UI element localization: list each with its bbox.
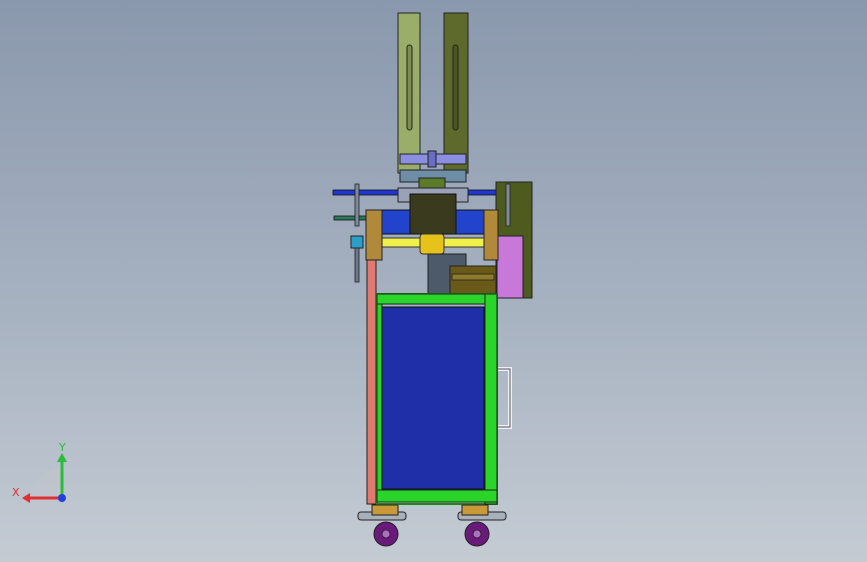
left-post bbox=[366, 259, 377, 505]
x-axis-arrow-icon bbox=[22, 493, 30, 503]
left-upright-slot bbox=[406, 44, 413, 131]
right-bracket bbox=[483, 209, 499, 261]
right-caster-fork bbox=[461, 504, 489, 516]
cad-viewport[interactable] bbox=[0, 0, 867, 562]
right-bolt-upper bbox=[505, 183, 511, 227]
frame-right-rail bbox=[484, 293, 498, 505]
olive-gearbox bbox=[449, 265, 497, 297]
left-bolt-upper bbox=[354, 183, 360, 227]
left-caster-fork bbox=[371, 504, 399, 516]
right-caster-hub bbox=[472, 529, 482, 539]
frame-bottom-rail bbox=[376, 489, 498, 503]
pink-side-box bbox=[496, 235, 524, 299]
motor-block bbox=[409, 193, 457, 235]
y-axis-arrow-icon bbox=[57, 453, 67, 462]
upright-assembly bbox=[397, 12, 469, 197]
cabinet-frame bbox=[366, 259, 512, 505]
x-axis-label: X bbox=[12, 486, 20, 499]
sensor-rod bbox=[354, 247, 360, 283]
triad-arc bbox=[32, 468, 62, 498]
right-upright-slot bbox=[452, 44, 459, 131]
axis-triad: Y X bbox=[12, 441, 67, 503]
blue-panel bbox=[381, 306, 485, 490]
casters bbox=[357, 504, 507, 547]
frame-left-rail bbox=[376, 303, 383, 491]
upright-crossbar-clamp bbox=[427, 150, 437, 168]
gearbox-face bbox=[451, 273, 495, 281]
frame-top-rail bbox=[376, 293, 498, 305]
left-caster-hub bbox=[381, 529, 391, 539]
y-axis-label: Y bbox=[58, 441, 66, 454]
door-handle[interactable] bbox=[498, 367, 512, 429]
transmission-assembly bbox=[332, 181, 533, 299]
yellow-coupling bbox=[419, 233, 445, 255]
left-bracket bbox=[365, 209, 383, 261]
z-axis-dot bbox=[58, 494, 66, 502]
cyan-sensor bbox=[350, 235, 364, 249]
